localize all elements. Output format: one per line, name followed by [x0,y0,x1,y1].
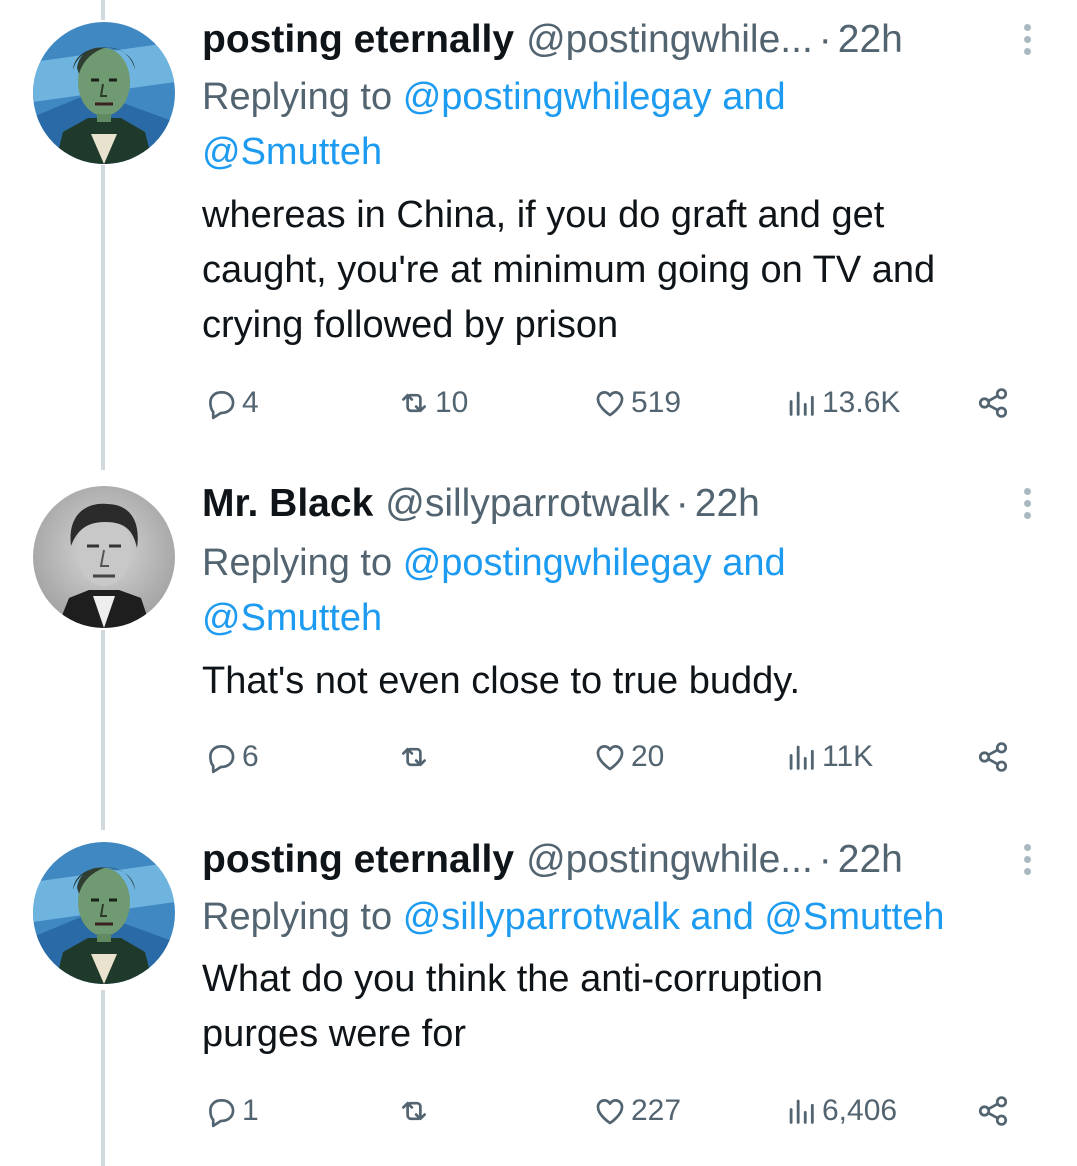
views-button[interactable]: 13.6K [784,386,900,420]
share-button[interactable] [976,386,1014,420]
share-icon [978,742,1008,772]
views-count: 6,406 [822,1094,898,1127]
tweet-text-line: That's not even close to true buddy. [202,660,801,702]
replying-to-label: Replying to [202,542,393,584]
replying-to-label: Replying to [202,76,393,118]
reply-count: 1 [242,1094,259,1127]
replying-to-mentions[interactable]: @postingwhilegay and [403,76,786,118]
separator-dot: · [818,838,832,881]
reply-icon [209,391,235,420]
user-handle[interactable]: @postingwhile... [526,18,813,62]
user-handle[interactable]: @postingwhile... [526,838,813,882]
timestamp[interactable]: 22h [695,482,760,526]
tweet-actions: 1 227 6,406 [0,1094,1077,1134]
separator-dot: · [818,18,832,61]
tweet-text-line: caught, you're at minimum going on TV an… [202,249,936,291]
like-button[interactable]: 227 [593,1094,681,1128]
tweet-header: posting eternally @postingwhile... · 22h [202,830,903,890]
retweet-button[interactable] [397,740,435,774]
retweet-count: 10 [435,386,469,419]
like-count: 20 [631,740,665,773]
replying-to: Replying to @postingwhilegay and @Smutte… [202,536,786,646]
reply-count: 6 [242,740,259,773]
replying-to: Replying to @sillyparrotwalk and @Smutte… [202,890,944,945]
timestamp[interactable]: 22h [838,838,903,882]
tweet[interactable]: posting eternally @postingwhile... · 22h… [0,830,1077,1160]
reply-button[interactable]: 4 [204,386,259,420]
tweet-text-line: whereas in China, if you do graft and ge… [202,194,885,236]
like-icon [596,391,624,417]
reply-button[interactable]: 6 [204,740,259,774]
tweet-text-line: What do you think the anti-corruption [202,958,824,1000]
display-name[interactable]: posting eternally [202,18,514,62]
more-icon[interactable] [1015,24,1039,64]
tweet[interactable]: Mr. Black @sillyparrotwalk · 22h Replyin… [0,474,1077,814]
views-button[interactable]: 11K [784,740,873,774]
tweet-text: What do you think the anti-corruption pu… [202,952,823,1062]
share-button[interactable] [976,740,1014,774]
timestamp[interactable]: 22h [838,18,903,62]
tweet-text: That's not even close to true buddy. [202,654,800,709]
retweet-button[interactable] [397,1094,435,1128]
like-count: 227 [631,1094,682,1127]
views-icon [789,745,814,770]
replying-to: Replying to @postingwhilegay and @Smutte… [202,70,786,180]
retweet-icon [402,393,426,413]
reply-count: 4 [242,386,259,419]
tweet-actions: 4 10 519 13.6K [0,386,1077,426]
tweet[interactable]: posting eternally @postingwhile... · 22h… [0,10,1077,440]
tweet-actions: 6 20 11K [0,740,1077,780]
more-icon[interactable] [1015,488,1039,528]
tweet-text-line: crying followed by prison [202,304,619,346]
tweet-header: Mr. Black @sillyparrotwalk · 22h [202,474,760,534]
reply-icon [209,1099,235,1128]
display-name[interactable]: posting eternally [202,838,514,882]
tweet-text-line: purges were for [202,1013,467,1055]
views-button[interactable]: 6,406 [784,1094,897,1128]
replying-to-mentions[interactable]: @sillyparrotwalk and @Smutteh [403,896,945,938]
user-handle[interactable]: @sillyparrotwalk [385,482,669,526]
more-icon[interactable] [1015,844,1039,884]
like-count: 519 [631,386,682,419]
views-icon [789,1099,814,1124]
like-icon [596,745,624,771]
display-name[interactable]: Mr. Black [202,482,373,526]
retweet-icon [402,747,426,767]
views-icon [789,391,814,416]
tweet-header: posting eternally @postingwhile... · 22h [202,10,903,70]
like-button[interactable]: 20 [593,740,664,774]
replying-to-mentions[interactable]: @postingwhilegay and [403,542,786,584]
reply-icon [209,745,235,774]
like-icon [596,1099,624,1125]
tweet-text: whereas in China, if you do graft and ge… [202,188,935,353]
separator-dot: · [675,482,689,525]
replying-to-mentions[interactable]: @Smutteh [202,597,382,639]
retweet-icon [402,1101,426,1121]
views-count: 11K [822,740,874,773]
views-count: 13.6K [822,386,901,419]
replying-to-label: Replying to [202,896,393,938]
retweet-button[interactable]: 10 [397,386,468,420]
share-icon [978,388,1008,418]
replying-to-mentions[interactable]: @Smutteh [202,131,382,173]
share-button[interactable] [976,1094,1014,1128]
reply-button[interactable]: 1 [204,1094,259,1128]
like-button[interactable]: 519 [593,386,681,420]
share-icon [978,1096,1008,1126]
